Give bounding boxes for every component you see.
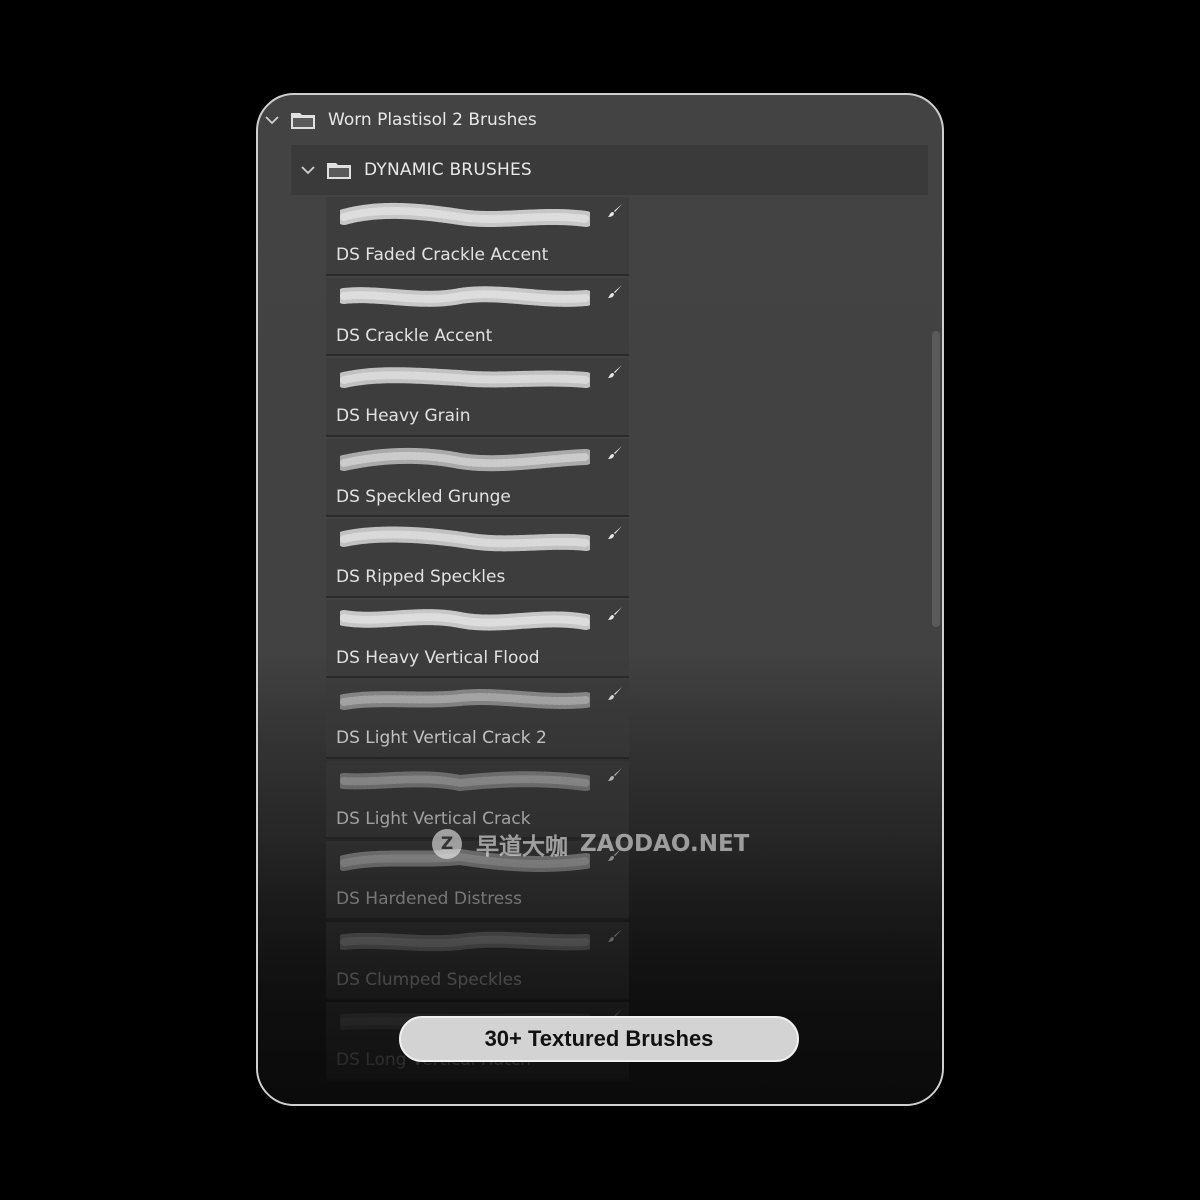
chevron-down-icon[interactable] xyxy=(264,112,280,128)
brush-item[interactable]: DS Clumped Speckles xyxy=(326,921,629,1000)
watermark-cn: 早道大咖 xyxy=(476,834,568,860)
folder-icon xyxy=(327,163,351,179)
brush-icon xyxy=(608,928,622,942)
brush-item[interactable]: DS Faded Crackle Accent xyxy=(326,197,629,276)
brush-stroke-preview xyxy=(340,770,590,791)
brush-name: DS Crackle Accent xyxy=(336,325,493,346)
brush-icon xyxy=(608,445,622,459)
brush-name: DS Heavy Grain xyxy=(336,406,471,426)
folder-icon xyxy=(291,113,315,129)
brush-stroke-preview xyxy=(340,526,590,552)
brush-stroke-preview xyxy=(340,689,590,710)
chevron-down-icon[interactable] xyxy=(300,162,316,178)
brush-count-badge: 30+ Textured Brushes xyxy=(399,1016,799,1062)
brush-icon xyxy=(608,365,622,378)
brush-name: DS Heavy Vertical Flood xyxy=(336,647,540,668)
brush-stroke-preview xyxy=(340,202,590,227)
brush-name: DS Faded Crackle Accent xyxy=(336,245,549,265)
brush-item[interactable]: DS Light Vertical Crack 2 xyxy=(326,680,629,759)
brush-item[interactable]: DS Heavy Vertical Flood xyxy=(326,599,629,678)
brush-stroke-preview xyxy=(340,285,590,307)
brush-name: DS Ripped Speckles xyxy=(336,567,506,587)
brush-icon xyxy=(608,204,622,217)
brush-name: DS Clumped Speckles xyxy=(336,969,522,990)
root-folder-row[interactable]: Worn Plastisol 2 Brushes xyxy=(258,95,942,145)
scrollbar[interactable] xyxy=(932,331,940,627)
brush-panel: Worn Plastisol 2 Brushes DYNAMIC BRUSHES… xyxy=(256,93,944,1106)
brush-item[interactable]: DS Ripped Speckles xyxy=(326,519,629,598)
brush-icon xyxy=(608,606,622,620)
watermark-logo: Z xyxy=(432,829,462,859)
brush-item[interactable]: DS Heavy Grain xyxy=(326,358,629,437)
group-folder-row[interactable]: DYNAMIC BRUSHES xyxy=(291,145,928,195)
watermark: Z 早道大咖 ZAODAO.NET xyxy=(432,826,749,862)
brush-name: DS Light Vertical Crack 2 xyxy=(336,728,547,748)
brush-stroke-preview xyxy=(340,447,590,471)
group-folder-label: DYNAMIC BRUSHES xyxy=(364,160,532,180)
brush-item[interactable]: DS Crackle Accent xyxy=(326,277,629,356)
root-folder-label: Worn Plastisol 2 Brushes xyxy=(328,110,537,130)
brush-list: DS Faded Crackle Accent DS Crackle Accent… xyxy=(326,197,629,1104)
brush-name: DS Hardened Distress xyxy=(336,889,522,909)
brush-icon xyxy=(608,284,622,298)
brush-icon xyxy=(608,687,622,700)
brush-stroke-preview xyxy=(340,367,590,388)
brush-icon xyxy=(608,526,622,539)
brush-stroke-preview xyxy=(340,931,590,951)
brush-icon xyxy=(608,767,622,781)
watermark-site: ZAODAO.NET xyxy=(580,831,750,857)
brush-stroke-preview xyxy=(340,608,590,631)
brush-item[interactable]: DS Speckled Grunge xyxy=(326,438,629,517)
brush-name: DS Speckled Grunge xyxy=(336,486,511,507)
